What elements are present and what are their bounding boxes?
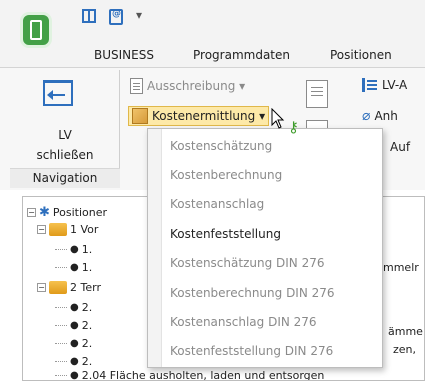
- menu-item-kostenanschlag[interactable]: Kostenanschlag: [170, 197, 264, 211]
- tree-item-label: 2.: [81, 301, 93, 314]
- mouse-cursor-icon: [271, 108, 285, 129]
- bullet-icon: ●: [70, 244, 79, 255]
- bullet-icon: ●: [70, 370, 79, 381]
- tree-item-label: 2.: [81, 319, 93, 332]
- collapse-icon[interactable]: −: [27, 208, 36, 217]
- tree-root[interactable]: − ✱ Positioner: [27, 205, 107, 220]
- calculator-icon: [132, 108, 148, 124]
- anhang-label: Anh: [374, 109, 398, 123]
- tree-folder-1[interactable]: − 1 Vor: [37, 223, 98, 236]
- tree-item[interactable]: ● 2.: [55, 301, 92, 314]
- collapse-icon[interactable]: −: [37, 225, 46, 234]
- lv-close-icon[interactable]: [43, 80, 73, 106]
- tree-item[interactable]: ● 1.: [55, 261, 92, 274]
- tree-item[interactable]: ● 2.: [55, 319, 92, 332]
- tree-folder-2-label: 2 Terr: [70, 281, 101, 294]
- title-bar: @ ▾: [0, 0, 425, 48]
- lv-a-button[interactable]: LV-A: [362, 78, 407, 92]
- tree-root-label: Positioner: [52, 206, 108, 219]
- ausschreibung-button[interactable]: Ausschreibung ▾: [130, 78, 245, 94]
- document-large-icon[interactable]: [306, 80, 328, 108]
- key-icon: ⚷: [288, 118, 299, 136]
- menu-item-kostenberechnung-din276[interactable]: Kostenberechnung DIN 276: [170, 286, 335, 300]
- puzzle-icon: ✱: [39, 205, 50, 220]
- kostenermittlung-menu: Kostenschätzung Kostenberechnung Kostena…: [147, 128, 383, 368]
- collapse-icon[interactable]: −: [37, 283, 46, 292]
- auf-label: Auf: [390, 140, 411, 154]
- tab-business[interactable]: BUSINESS: [90, 48, 158, 62]
- tree-item[interactable]: ● 1.: [55, 243, 92, 256]
- bullet-icon: ●: [70, 320, 79, 331]
- kostenermittlung-button[interactable]: Kostenermittlung ▾: [128, 106, 270, 126]
- tree-item[interactable]: ● 2.04 Fläche ausholten, laden und entso…: [55, 369, 325, 381]
- tree-item-label: 1.: [81, 243, 93, 256]
- tree-item-overflow: zen,: [393, 343, 417, 356]
- tree-structure-icon: [362, 78, 378, 92]
- ribbon-tabs: BUSINESS Programmdaten Positionen: [0, 44, 425, 68]
- menu-item-kostenanschlag-din276[interactable]: Kostenanschlag DIN 276: [170, 315, 317, 329]
- lv-close-label-2[interactable]: schließen: [10, 148, 120, 162]
- tree-item[interactable]: ● 2.: [55, 337, 92, 350]
- kostenermittlung-label: Kostenermittlung ▾: [152, 109, 266, 123]
- anhang-button[interactable]: ⌀ Anh: [362, 108, 398, 124]
- document-icon: [130, 78, 143, 94]
- quick-access-dropdown[interactable]: ▾: [136, 8, 142, 22]
- tree-item-overflow: mmelr: [383, 261, 419, 274]
- email-icon[interactable]: @: [109, 9, 123, 25]
- menu-item-kostenberechnung[interactable]: Kostenberechnung: [170, 168, 282, 182]
- ausschreibung-label: Ausschreibung ▾: [147, 79, 246, 93]
- auf-button[interactable]: Auf: [390, 140, 410, 154]
- folder-icon: [49, 223, 67, 236]
- bullet-icon: ●: [70, 262, 79, 273]
- navigation-group-label: Navigation: [10, 168, 120, 188]
- tree-folder-2[interactable]: − 2 Terr: [37, 281, 101, 294]
- bullet-icon: ●: [70, 302, 79, 313]
- columns-icon[interactable]: [82, 9, 96, 23]
- lv-a-label: LV-A: [382, 78, 408, 92]
- lv-close-label-1[interactable]: LV: [10, 128, 120, 142]
- tab-programmdaten[interactable]: Programmdaten: [189, 48, 294, 62]
- menu-item-kostenschaetzung[interactable]: Kostenschätzung: [170, 139, 272, 153]
- bullet-icon: ●: [70, 356, 79, 367]
- menu-item-kostenfeststellung-din276[interactable]: Kostenfeststellung DIN 276: [170, 344, 333, 358]
- menu-item-kostenschaetzung-din276[interactable]: Kostenschätzung DIN 276: [170, 256, 325, 270]
- app-logo[interactable]: [20, 12, 52, 48]
- paperclip-icon: ⌀: [362, 108, 371, 124]
- tree-item-overflow: ämme: [388, 325, 423, 338]
- menu-gutter: [148, 129, 162, 367]
- tree-item[interactable]: ● 2.: [55, 355, 92, 368]
- tree-item-label: 2.04 Fläche ausholten, laden und entsorg…: [81, 369, 325, 381]
- folder-icon: [49, 281, 67, 294]
- tree-folder-1-label: 1 Vor: [70, 223, 99, 236]
- menu-item-kostenfeststellung[interactable]: Kostenfeststellung: [170, 227, 281, 241]
- tree-item-label: 2.: [81, 337, 93, 350]
- tab-positionen[interactable]: Positionen: [326, 48, 396, 62]
- tree-item-label: 1.: [81, 261, 93, 274]
- bullet-icon: ●: [70, 338, 79, 349]
- tree-item-label: 2.: [81, 355, 93, 368]
